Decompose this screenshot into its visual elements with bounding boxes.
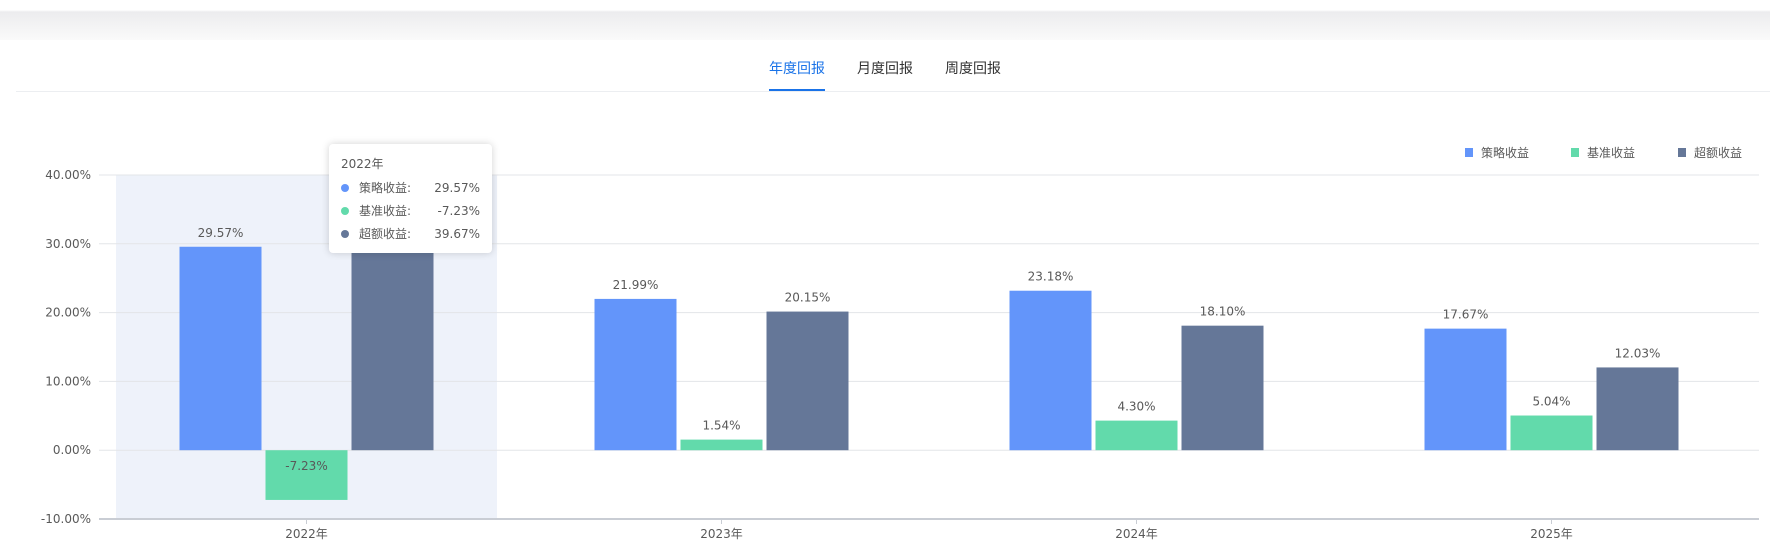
tooltip-row: 基准收益: -7.23% — [341, 199, 480, 222]
tooltip-title: 2022年 — [341, 157, 384, 171]
legend-label: 超额收益 — [1694, 145, 1742, 160]
data-label: 4.30% — [1117, 400, 1155, 414]
y-tick-label: 30.00% — [45, 237, 91, 251]
tooltip-series-name: 超额收益: — [359, 227, 412, 241]
data-label: 1.54% — [702, 419, 740, 433]
chart-tooltip: 2022年 策略收益: 29.57% 基准收益: -7.23% 超额收益: 39.67… — [329, 144, 492, 253]
y-tick-label: -10.00% — [41, 512, 91, 526]
legend-marker-icon — [1465, 148, 1473, 157]
bar-1 — [680, 439, 763, 451]
data-label: 29.57% — [198, 226, 244, 240]
bar-0 — [594, 298, 677, 451]
bar-0 — [1424, 328, 1507, 451]
y-tick-label: 0.00% — [53, 443, 91, 457]
tooltip-row: 策略收益: 29.57% — [341, 176, 480, 199]
x-tick-label: 2022年 — [285, 527, 328, 541]
tooltip-series-value: 29.57% — [434, 180, 480, 195]
y-tick-label: 10.00% — [45, 374, 91, 388]
tooltip-series-name: 基准收益: — [359, 204, 412, 218]
bar-2 — [766, 311, 849, 451]
data-label: 12.03% — [1615, 346, 1661, 360]
bar-2 — [1596, 367, 1679, 451]
x-tick-label: 2024年 — [1115, 527, 1158, 541]
data-label: 23.18% — [1028, 270, 1074, 284]
y-tick-label: 40.00% — [45, 168, 91, 182]
data-label: 5.04% — [1532, 395, 1570, 409]
bar-0 — [1009, 290, 1092, 451]
data-label: 17.67% — [1443, 308, 1489, 322]
tooltip-series-value: 39.67% — [434, 226, 480, 241]
legend-label: 基准收益 — [1587, 146, 1635, 160]
bar-2 — [1181, 325, 1264, 451]
tooltip-series-value: -7.23% — [437, 203, 480, 218]
tooltip-row: 超额收益: 39.67% — [341, 222, 480, 245]
legend-marker-icon — [1678, 148, 1686, 157]
x-tick-label: 2025年 — [1530, 527, 1573, 541]
bar-1 — [1510, 415, 1593, 451]
bar-1 — [265, 450, 348, 500]
data-label: 18.10% — [1200, 305, 1246, 319]
bar-1 — [1095, 420, 1178, 451]
legend-label: 策略收益 — [1481, 145, 1529, 160]
series-dot-icon — [341, 183, 349, 192]
tooltip-series-name: 策略收益: — [359, 181, 412, 195]
bar-0 — [179, 246, 262, 451]
data-label: 21.99% — [613, 278, 659, 292]
data-label: 20.15% — [785, 291, 831, 305]
series-dot-icon — [341, 206, 349, 215]
x-tick-label: 2023年 — [700, 527, 743, 541]
legend-marker-icon — [1571, 148, 1579, 157]
series-dot-icon — [341, 229, 349, 238]
data-label: -7.23% — [285, 459, 327, 473]
bar-chart: 40.00% 30.00% 20.00% 10.00% 0.00% -10.00% 2022… — [41, 145, 1759, 541]
y-tick-label: 20.00% — [45, 306, 91, 320]
